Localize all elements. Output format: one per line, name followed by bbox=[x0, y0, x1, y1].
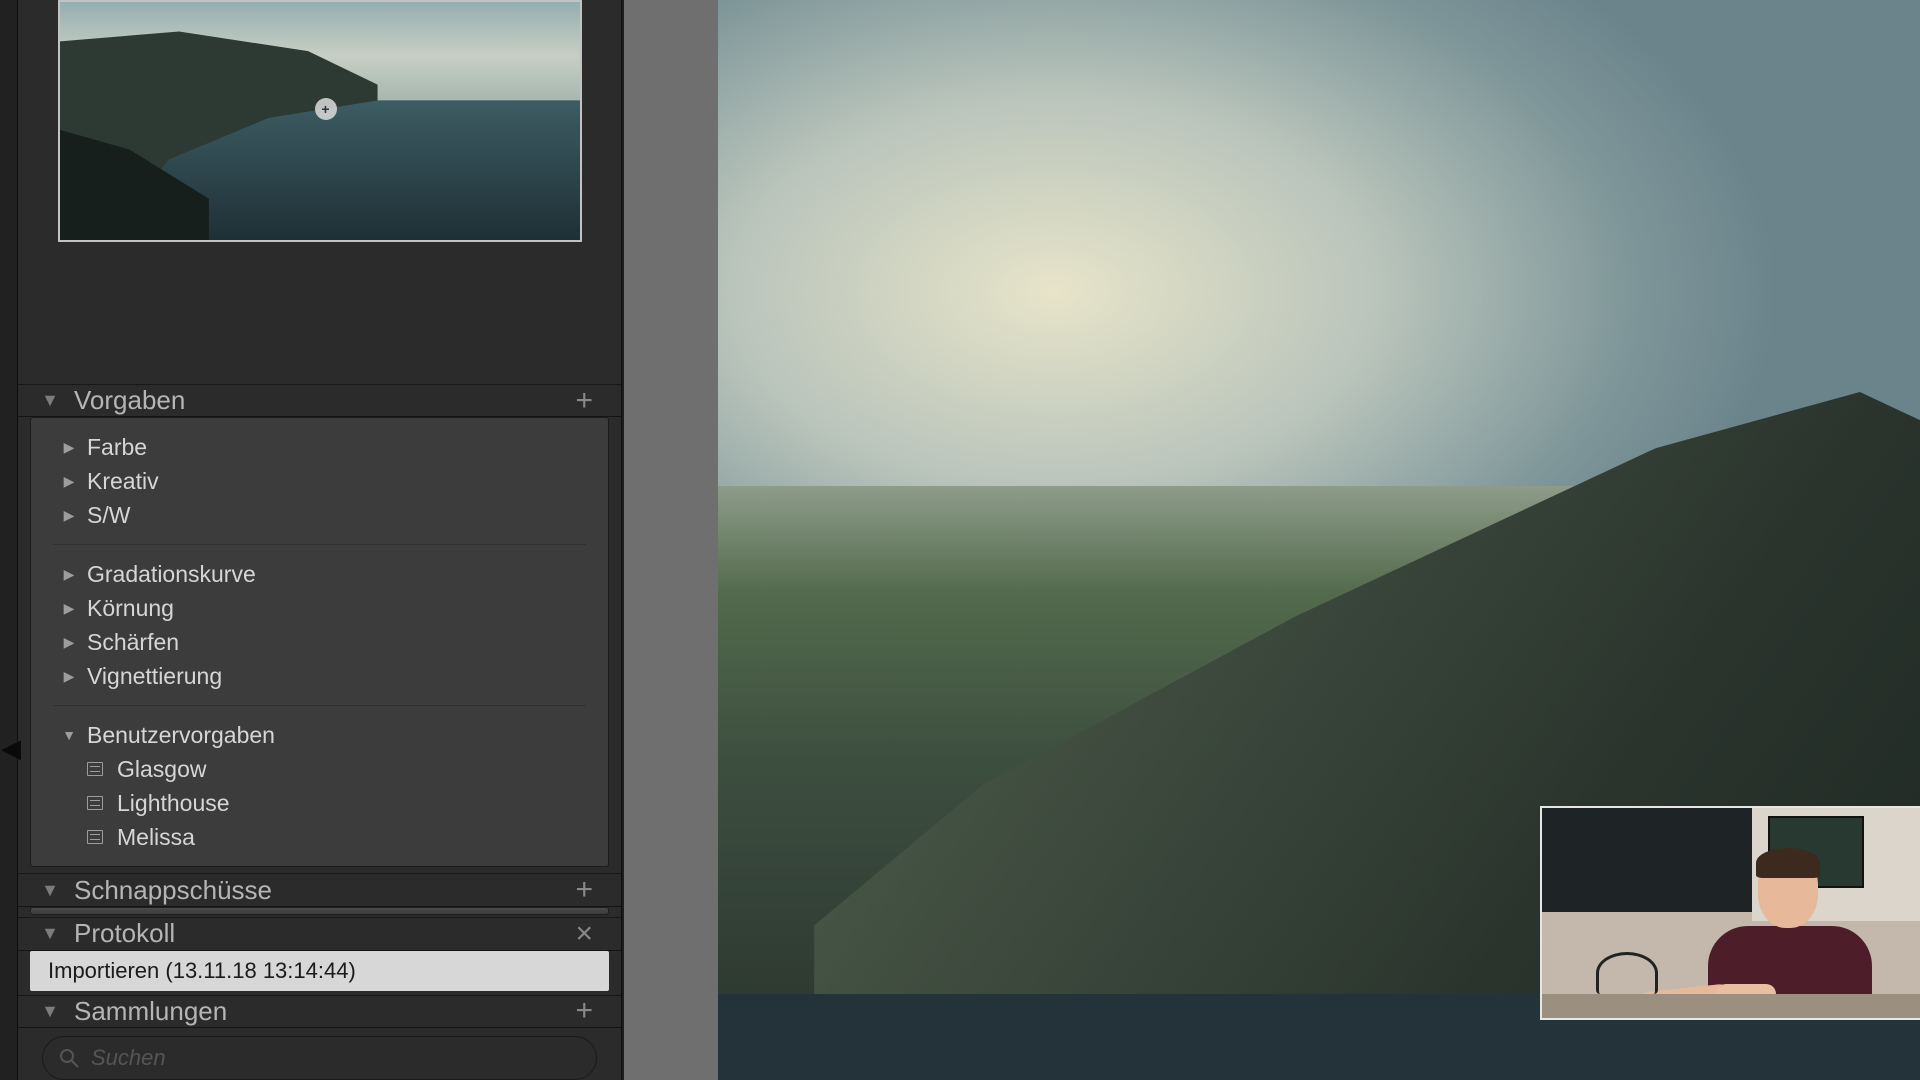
presets-panel-header[interactable]: ▼ Vorgaben + bbox=[18, 384, 621, 417]
preset-group-vignettierung[interactable]: ▶ Vignettierung bbox=[31, 659, 608, 693]
snapshots-title: Schnappschüsse bbox=[74, 875, 569, 906]
collections-search[interactable] bbox=[42, 1036, 597, 1080]
preset-group-label: Farbe bbox=[87, 434, 147, 461]
preset-group-user[interactable]: ▼ Benutzervorgaben bbox=[31, 718, 608, 752]
preset-group-label: Gradationskurve bbox=[87, 561, 256, 588]
collections-search-input[interactable] bbox=[91, 1045, 580, 1071]
chevron-right-icon: ▶ bbox=[59, 634, 79, 651]
preset-group-label: Kreativ bbox=[87, 468, 159, 495]
user-preset-label: Melissa bbox=[117, 824, 195, 851]
preset-group-schaerfen[interactable]: ▶ Schärfen bbox=[31, 625, 608, 659]
presets-panel-body: ▶ Farbe ▶ Kreativ ▶ S/W ▶ Gradationskurv… bbox=[30, 417, 609, 867]
navigator-panel: + bbox=[18, 0, 621, 384]
preset-group-koernung[interactable]: ▶ Körnung bbox=[31, 591, 608, 625]
preset-group-kreativ[interactable]: ▶ Kreativ bbox=[31, 464, 608, 498]
snapshots-panel-body bbox=[30, 907, 609, 915]
navigator-zoom-marker-icon[interactable]: + bbox=[315, 98, 337, 120]
chevron-right-icon: ▶ bbox=[59, 473, 79, 490]
webcam-overlay bbox=[1540, 806, 1920, 1020]
disclosure-down-icon: ▼ bbox=[40, 1001, 60, 1022]
preset-group-sw[interactable]: ▶ S/W bbox=[31, 498, 608, 532]
history-panel-body: Importieren (13.11.18 13:14:44) bbox=[30, 951, 609, 991]
preset-group-label: Vignettierung bbox=[87, 663, 222, 690]
collections-panel-body bbox=[30, 1028, 609, 1080]
history-entry-label: Importieren (13.11.18 13:14:44) bbox=[48, 958, 356, 984]
navigator-preview[interactable]: + bbox=[58, 0, 582, 242]
presets-title: Vorgaben bbox=[74, 385, 569, 416]
chevron-right-icon: ▶ bbox=[59, 507, 79, 524]
user-preset-lighthouse[interactable]: Lighthouse bbox=[31, 786, 608, 820]
preset-icon bbox=[87, 830, 103, 844]
user-preset-glasgow[interactable]: Glasgow bbox=[31, 752, 608, 786]
chevron-down-icon: ▼ bbox=[59, 727, 79, 743]
search-icon bbox=[59, 1048, 79, 1068]
disclosure-down-icon: ▼ bbox=[40, 923, 60, 944]
history-title: Protokoll bbox=[74, 918, 569, 949]
preset-group-label: Körnung bbox=[87, 595, 174, 622]
preset-group-gradationskurve[interactable]: ▶ Gradationskurve bbox=[31, 557, 608, 591]
disclosure-down-icon: ▼ bbox=[40, 880, 60, 901]
divider bbox=[53, 705, 586, 706]
snapshots-panel-header[interactable]: ▼ Schnappschüsse + bbox=[18, 873, 621, 906]
preset-group-label: S/W bbox=[87, 502, 130, 529]
collections-title: Sammlungen bbox=[74, 996, 569, 1027]
chevron-right-icon: ▶ bbox=[59, 439, 79, 456]
preset-group-label: Schärfen bbox=[87, 629, 179, 656]
chevron-right-icon: ▶ bbox=[59, 566, 79, 583]
user-preset-label: Lighthouse bbox=[117, 790, 230, 817]
preset-icon bbox=[87, 762, 103, 776]
left-edge-strip bbox=[0, 0, 18, 1080]
chevron-right-icon: ▶ bbox=[59, 600, 79, 617]
preset-icon bbox=[87, 796, 103, 810]
collapse-left-panel-icon[interactable]: ◀ bbox=[0, 724, 26, 772]
add-preset-icon[interactable]: + bbox=[569, 386, 599, 416]
divider bbox=[53, 544, 586, 545]
preset-group-label: Benutzervorgaben bbox=[87, 722, 275, 749]
chevron-right-icon: ▶ bbox=[59, 668, 79, 685]
add-collection-icon[interactable]: + bbox=[569, 996, 599, 1026]
user-preset-label: Glasgow bbox=[117, 756, 206, 783]
user-preset-melissa[interactable]: Melissa bbox=[31, 820, 608, 854]
collections-panel-header[interactable]: ▼ Sammlungen + bbox=[18, 995, 621, 1028]
history-entry[interactable]: Importieren (13.11.18 13:14:44) bbox=[30, 951, 609, 991]
main-view bbox=[624, 0, 1920, 1080]
disclosure-down-icon: ▼ bbox=[40, 390, 60, 411]
history-panel-header[interactable]: ▼ Protokoll × bbox=[18, 917, 621, 950]
navigator-thumbnail bbox=[60, 2, 580, 240]
left-panel: + ▼ Vorgaben + ▶ Farbe ▶ Kreativ ▶ S/W ▶… bbox=[18, 0, 622, 1080]
preset-group-farbe[interactable]: ▶ Farbe bbox=[31, 430, 608, 464]
clear-history-icon[interactable]: × bbox=[569, 919, 599, 949]
add-snapshot-icon[interactable]: + bbox=[569, 875, 599, 905]
